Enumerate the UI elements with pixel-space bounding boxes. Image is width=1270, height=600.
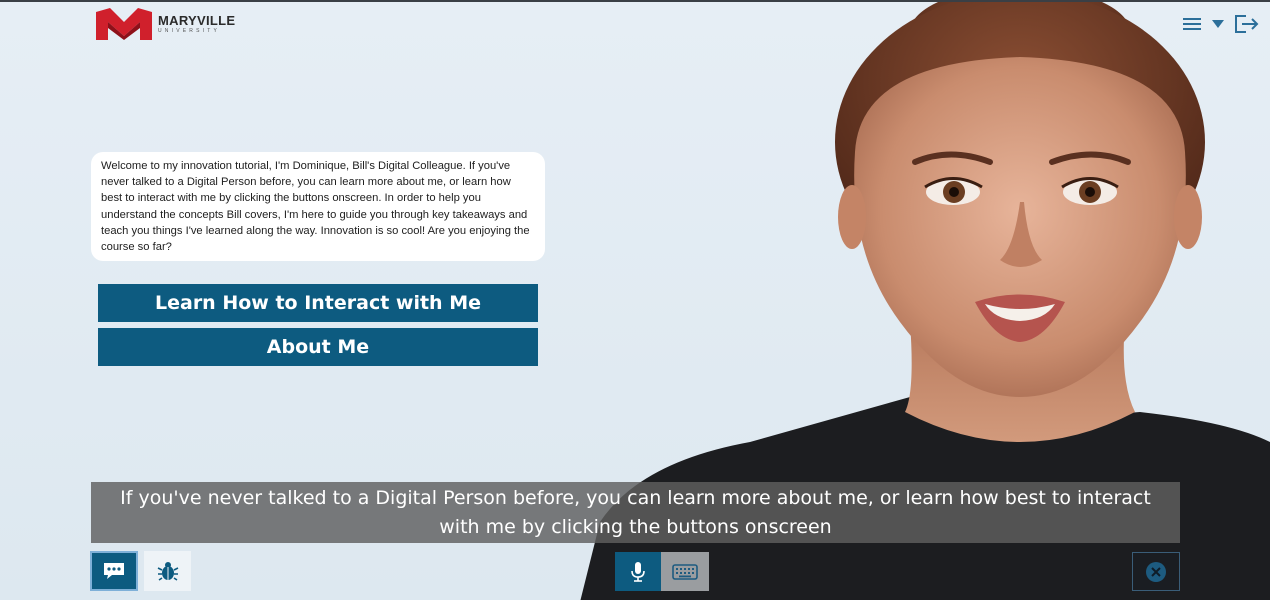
top-controls	[1182, 14, 1260, 34]
brand-name: MARYVILLE	[158, 13, 236, 28]
menu-icon[interactable]	[1182, 16, 1202, 32]
exit-icon[interactable]	[1234, 14, 1260, 34]
maryville-m-logo-icon	[96, 8, 152, 40]
chat-toggle-button[interactable]	[90, 551, 138, 591]
chat-icon	[104, 563, 124, 579]
bug-icon	[157, 562, 178, 581]
microphone-button[interactable]	[615, 552, 661, 591]
about-me-button[interactable]: About Me	[98, 328, 538, 366]
brand-subtitle: UNIVERSITY	[158, 28, 221, 34]
end-session-button[interactable]	[1132, 552, 1180, 591]
learn-how-to-interact-button[interactable]: Learn How to Interact with Me	[98, 284, 538, 322]
keyboard-button[interactable]	[661, 552, 709, 591]
caret-down-icon[interactable]	[1212, 20, 1224, 28]
maryville-logo: MARYVILLE UNIVERSITY	[94, 6, 235, 42]
subtitle-caption: If you've never talked to a Digital Pers…	[91, 482, 1180, 543]
keyboard-icon	[672, 563, 698, 580]
close-icon	[1146, 561, 1166, 582]
report-bug-button[interactable]	[144, 551, 191, 591]
subtitle-text: If you've never talked to a Digital Pers…	[120, 486, 1151, 538]
digital-person-stage: MARYVILLE UNIVERSITY Welcome to my innov…	[0, 0, 1270, 600]
microphone-icon	[631, 561, 645, 582]
speech-bubble: Welcome to my innovation tutorial, I'm D…	[91, 152, 545, 262]
